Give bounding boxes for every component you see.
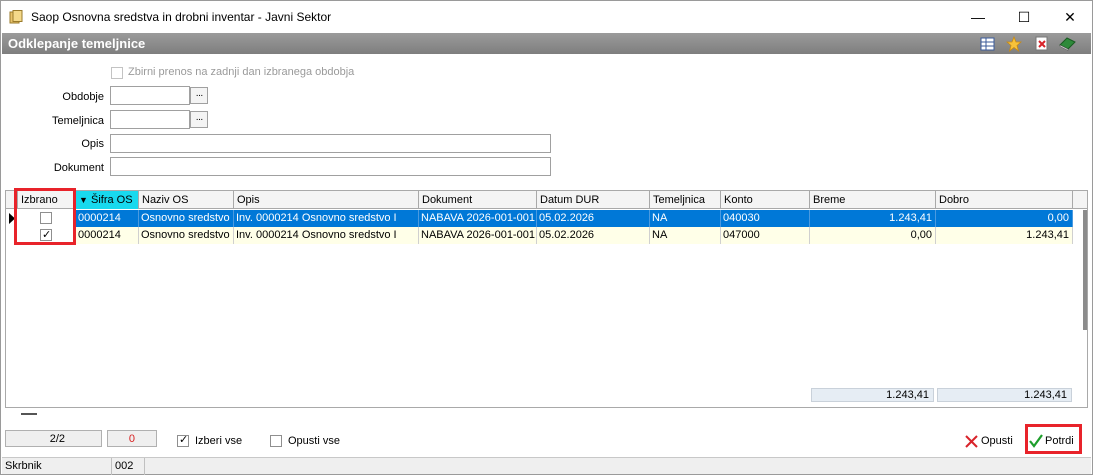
status-code: 002 [112,458,145,475]
zbirni-prenos-label: Zbirni prenos na zadnji dan izbranega ob… [128,66,355,78]
total-breme: 1.243,41 [811,388,934,402]
column-header-temeljnica[interactable]: Temeljnica [650,191,721,209]
deselect-all-checkbox[interactable] [270,435,282,447]
column-header-naziv-os[interactable]: Naziv OS [139,191,234,209]
sort-descending-icon: ▼ [79,195,88,205]
grid-settings-icon[interactable] [979,35,996,52]
naziv-os-cell: Osnovno sredstvo I [139,227,234,244]
temeljnica-cell: NA [650,210,721,227]
obdobje-label: Obdobje [62,91,104,103]
cancel-button[interactable]: Opusti [965,430,1013,452]
opis-cell: Inv. 0000214 Osnovno sredstvo I [234,210,419,227]
opis-label: Opis [81,138,104,150]
row-select-checkbox[interactable]: ✓ [40,229,52,241]
record-counter: 2/2 [5,430,102,447]
temeljnica-lookup-button[interactable]: ··· [190,111,208,128]
current-row-indicator-icon [9,213,15,224]
maximize-button[interactable]: ☐ [1001,1,1047,33]
star-icon[interactable] [1005,35,1022,52]
grid-header: Izbrano ▼ Šifra OS Naziv OS Opis Dokumen… [6,191,1087,209]
window-title: Saop Osnovna sredstva in drobni inventar… [31,10,332,24]
obdobje-input[interactable] [110,86,190,105]
confirm-label: Potrdi [1045,435,1074,447]
minimize-icon: — [971,9,985,25]
table-row[interactable]: ✓ 0000214 Osnovno sredstvo I Inv. 000021… [6,227,1073,244]
breme-cell: 0,00 [810,227,936,244]
dobro-cell: 1.243,41 [936,227,1073,244]
row-select-checkbox[interactable]: ✓ [40,212,52,224]
dokument-cell: NABAVA 2026-001-001 [419,227,537,244]
close-button[interactable]: ✕ [1047,1,1093,33]
naziv-os-cell: Osnovno sredstvo I [139,210,234,227]
application-window: Saop Osnovna sredstva in drobni inventar… [0,0,1093,475]
header-indicator [6,191,18,209]
deselect-all-label: Opusti vse [288,435,340,447]
checkmark-icon: ✓ [179,434,189,446]
data-grid: Izbrano ▼ Šifra OS Naziv OS Opis Dokumen… [5,190,1088,408]
breme-cell: 1.243,41 [810,210,936,227]
datum-dur-cell: 05.02.2026 [537,227,650,244]
close-document-icon[interactable] [1033,35,1050,52]
table-row[interactable]: ✓ 0000214 Osnovno sredstvo I Inv. 000021… [6,210,1073,227]
book-icon[interactable] [1059,35,1076,52]
cross-icon [965,434,978,448]
column-header-dokument[interactable]: Dokument [419,191,537,209]
cancel-label: Opusti [981,435,1013,447]
minimize-button[interactable]: — [955,1,1001,33]
close-icon: ✕ [1064,8,1076,25]
opis-cell: Inv. 0000214 Osnovno sredstvo I [234,227,419,244]
checkmark-icon: ✓ [42,212,52,224]
confirm-button[interactable]: Potrdi [1029,430,1074,452]
total-dobro: 1.243,41 [937,388,1072,402]
temeljnica-input[interactable] [110,110,190,129]
error-counter: 0 [107,430,157,447]
status-user: Skrbnik [2,458,112,475]
opis-input[interactable] [110,134,551,153]
column-header-izbrano[interactable]: Izbrano [18,191,76,209]
sifra-os-cell: 0000214 [76,210,139,227]
obdobje-lookup-button[interactable]: ··· [190,87,208,104]
dokument-cell: NABAVA 2026-001-001 [419,210,537,227]
konto-cell: 047000 [721,227,810,244]
column-header-breme[interactable]: Breme [810,191,936,209]
temeljnica-cell: NA [650,227,721,244]
column-header-datum-dur[interactable]: Datum DUR [537,191,650,209]
temeljnica-label: Temeljnica [52,115,104,127]
column-header-sifra-os[interactable]: ▼ Šifra OS [76,191,139,209]
checkmark-icon: ✓ [42,229,52,241]
filter-form: Zbirni prenos na zadnji dan izbranega ob… [2,54,1091,188]
grid-splitter-handle[interactable] [21,413,37,415]
app-icon [9,10,23,24]
sifra-os-cell: 0000214 [76,227,139,244]
dokument-label: Dokument [53,162,104,174]
zbirni-prenos-checkbox[interactable] [111,67,123,79]
izbrano-cell: ✓ [18,227,76,244]
datum-dur-cell: 05.02.2026 [537,210,650,227]
dobro-cell: 0,00 [936,210,1073,227]
konto-cell: 040030 [721,210,810,227]
column-header-konto[interactable]: Konto [721,191,810,209]
deselect-all-button[interactable]: Opusti vse [270,430,340,452]
checkmark-icon [1029,434,1043,448]
dokument-input[interactable] [110,157,551,176]
select-all-button[interactable]: ✓ Izberi vse [177,430,242,452]
vertical-scrollbar[interactable] [1083,210,1087,330]
status-bar: Skrbnik 002 [2,457,1091,475]
izbrano-cell: ✓ [18,210,76,227]
ellipsis-icon: ··· [195,114,204,125]
form-header-bar: Odklepanje temeljnice [2,33,1091,54]
ellipsis-icon: ··· [195,90,204,101]
select-all-checkbox[interactable]: ✓ [177,434,189,447]
title-bar: Saop Osnovna sredstva in drobni inventar… [1,1,1092,33]
column-header-dobro[interactable]: Dobro [936,191,1073,209]
select-all-label: Izberi vse [195,435,243,447]
maximize-icon: ☐ [1017,8,1031,25]
column-header-opis[interactable]: Opis [234,191,419,209]
form-title: Odklepanje temeljnice [8,36,146,51]
